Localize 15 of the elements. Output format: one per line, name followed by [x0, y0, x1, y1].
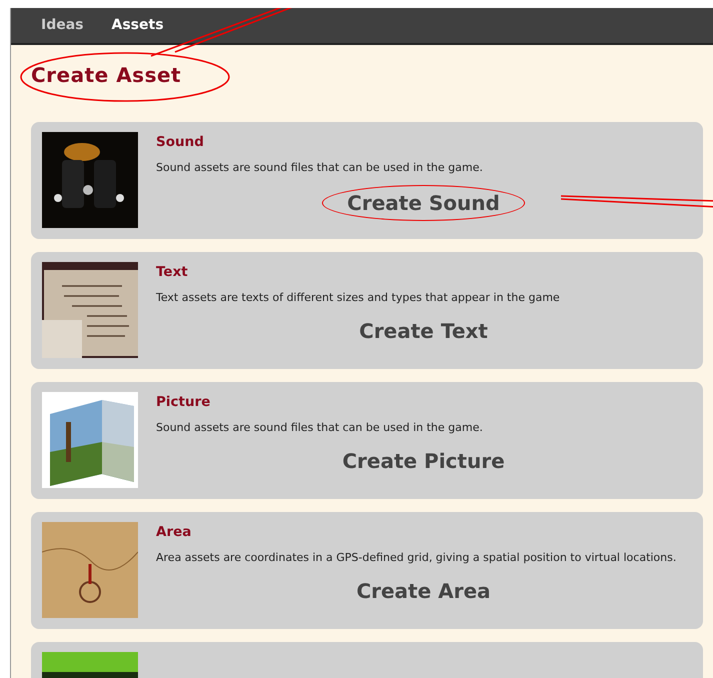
create-button[interactable]: Create Text — [359, 316, 488, 346]
page-title: Create Asset — [31, 63, 182, 87]
asset-description: Sound assets are sound files that can be used in the game. — [156, 160, 484, 176]
nav-tab[interactable]: Assets — [112, 15, 164, 36]
asset-name: Text — [156, 263, 189, 282]
create-button[interactable]: Create Area — [356, 576, 491, 606]
asset-description: Sound assets are sound files that can be used in the game. — [156, 420, 484, 436]
asset-name: Picture — [156, 393, 212, 412]
create-button[interactable]: Create Picture — [342, 446, 505, 476]
asset-name: Area — [156, 523, 192, 542]
asset-name: Sound — [156, 133, 205, 152]
asset-description: Area assets are coordinates in a GPS-defined grid, giving a spatial position to virtual locations. — [156, 550, 678, 566]
nav-tab[interactable]: Ideas — [41, 15, 84, 36]
asset-description: Text assets are texts of different sizes and types that appear in the game — [156, 290, 561, 306]
create-button[interactable]: Create Sound — [323, 186, 524, 220]
